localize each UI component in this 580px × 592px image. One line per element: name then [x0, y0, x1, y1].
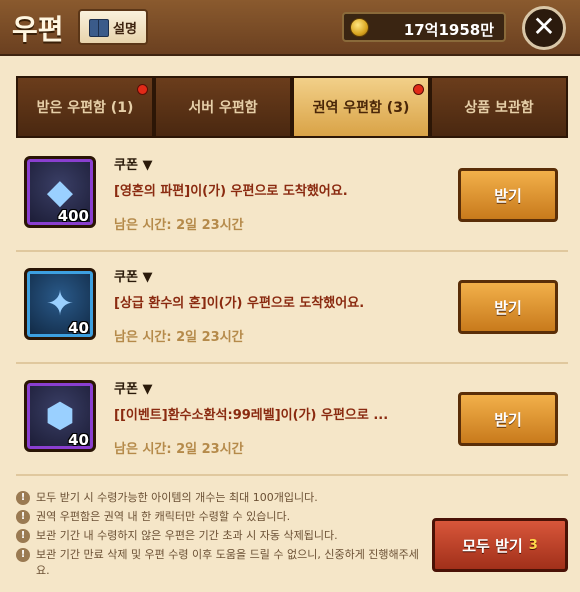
header-bar: 우편 설명 17억1958만 ✕ [0, 0, 580, 56]
summon-soul-icon: ✦ 40 [24, 268, 96, 340]
mail-type[interactable]: 쿠폰 ▼ [114, 378, 152, 397]
notice-text: 권역 우편함은 권역 내 한 캐릭터만 수령할 수 있습니다. [36, 510, 291, 523]
info-icon: ! [16, 510, 30, 524]
notice-text: 보관 기간 만료 삭제 및 우편 수령 이후 도움을 드릴 수 없으니, 신중하… [36, 548, 419, 577]
receive-button[interactable]: 받기 [458, 280, 558, 334]
tab-storage[interactable]: 상품 보관함 [430, 76, 568, 138]
help-button[interactable]: 설명 [78, 9, 148, 45]
mail-time-remaining: 남은 시간: 2일 23시간 [114, 442, 244, 457]
mail-message: [[이벤트]환수소환석:99레벨]이(가) 우편으로 ... [114, 408, 389, 423]
summon-stone-icon: ⬢ 40 [24, 380, 96, 452]
mail-item: ✦ 40 쿠폰 ▼ [상급 환수의 혼]이(가) 우편으로 도착했어요. 남은 … [16, 252, 568, 364]
mail-time-remaining: 남은 시간: 2일 23시간 [114, 330, 244, 345]
mail-type[interactable]: 쿠폰 ▼ [114, 154, 152, 173]
mail-item: ◆ 400 쿠폰 ▼ [영혼의 파편]이(가) 우편으로 도착했어요. 남은 시… [16, 140, 568, 252]
help-label: 설명 [113, 21, 137, 37]
mail-message: [상급 환수의 혼]이(가) 우편으로 도착했어요. [114, 296, 365, 311]
tab-received[interactable]: 받은 우편함 (1) [16, 76, 154, 138]
close-icon: ✕ [532, 10, 556, 43]
tab-label: 상품 보관함 [464, 100, 534, 116]
page-title: 우편 [12, 13, 64, 46]
notification-dot-icon [137, 84, 148, 95]
coin-icon [350, 18, 369, 37]
receive-all-button[interactable]: 모두 받기 3 [432, 518, 568, 572]
receive-button[interactable]: 받기 [458, 392, 558, 446]
item-quantity: 40 [68, 319, 89, 337]
notification-dot-icon [413, 84, 424, 95]
receive-all-count: 3 [528, 537, 538, 553]
mail-item: ⬢ 40 쿠폰 ▼ [[이벤트]환수소환석:99레벨]이(가) 우편으로 ...… [16, 364, 568, 476]
item-quantity: 40 [68, 431, 89, 449]
notice-item: ! 권역 우편함은 권역 내 한 캐릭터만 수령할 수 있습니다. [16, 509, 426, 525]
currency-display: 17억1958만 [342, 12, 506, 42]
book-icon [89, 19, 110, 37]
notice-text: 보관 기간 내 수령하지 않은 우편은 기간 초과 시 자동 삭제됩니다. [36, 529, 338, 542]
soul-shard-icon: ◆ 400 [24, 156, 96, 228]
tab-label: 서버 우편함 [188, 100, 258, 116]
close-button[interactable]: ✕ [522, 6, 566, 50]
mail-message: [영혼의 파편]이(가) 우편으로 도착했어요. [114, 184, 348, 199]
info-icon: ! [16, 548, 30, 562]
receive-button[interactable]: 받기 [458, 168, 558, 222]
mail-list[interactable]: ◆ 400 쿠폰 ▼ [영혼의 파편]이(가) 우편으로 도착했어요. 남은 시… [16, 140, 568, 478]
notice-list: ! 모두 받기 시 수령가능한 아이템의 개수는 최대 100개입니다. ! 권… [16, 490, 426, 582]
notice-item: ! 보관 기간 내 수령하지 않은 우편은 기간 초과 시 자동 삭제됩니다. [16, 528, 426, 544]
tab-region[interactable]: 권역 우편함 (3) [292, 76, 430, 138]
receive-all-label: 모두 받기 [462, 536, 523, 555]
tab-label: 권역 우편함 (3) [312, 100, 410, 116]
mail-type[interactable]: 쿠폰 ▼ [114, 266, 152, 285]
currency-value: 17억1958만 [403, 21, 494, 39]
notice-item: ! 보관 기간 만료 삭제 및 우편 수령 이후 도움을 드릴 수 없으니, 신… [16, 547, 426, 579]
notice-text: 모두 받기 시 수령가능한 아이템의 개수는 최대 100개입니다. [36, 491, 318, 504]
notice-item: ! 모두 받기 시 수령가능한 아이템의 개수는 최대 100개입니다. [16, 490, 426, 506]
tab-label: 받은 우편함 (1) [36, 100, 134, 116]
item-quantity: 400 [57, 207, 89, 225]
info-icon: ! [16, 529, 30, 543]
info-icon: ! [16, 491, 30, 505]
tab-server[interactable]: 서버 우편함 [154, 76, 292, 138]
mail-time-remaining: 남은 시간: 2일 23시간 [114, 218, 244, 233]
mailbox-tabs: 받은 우편함 (1) 서버 우편함 권역 우편함 (3) 상품 보관함 [16, 76, 568, 138]
